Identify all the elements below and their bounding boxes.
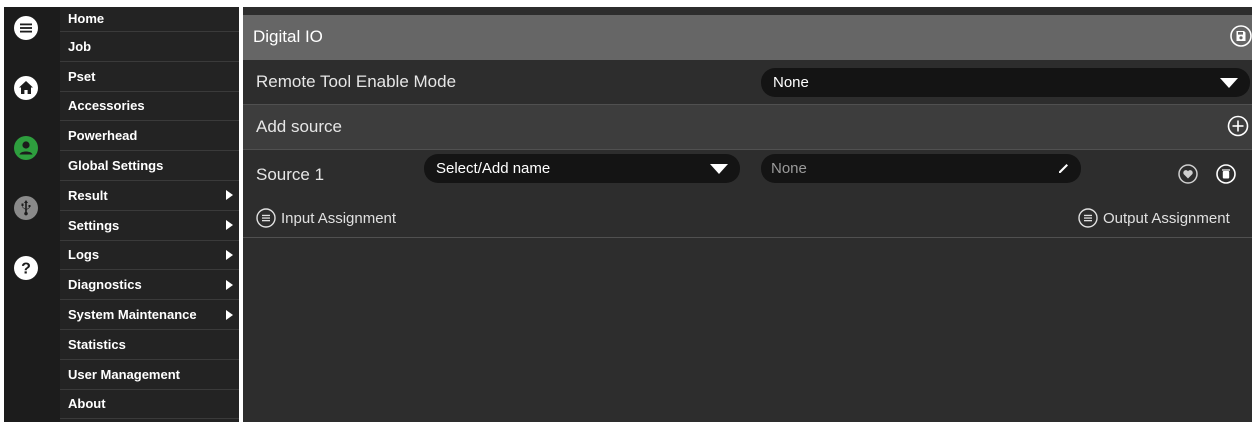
assignment-row: Input Assignment Output Assignment [243, 197, 1252, 238]
usb-icon[interactable] [13, 195, 39, 221]
delete-icon[interactable] [1216, 164, 1236, 184]
page-title: Digital IO [253, 27, 323, 46]
menu-item-label: Global Settings [68, 158, 164, 174]
window-top-edge [0, 0, 1252, 7]
hamburger-menu-icon[interactable] [13, 15, 39, 41]
menu-item-label: Pset [68, 68, 96, 84]
input-assignment-button[interactable]: Input Assignment [256, 208, 396, 228]
chevron-down-icon [710, 163, 728, 174]
menu-item-statistics[interactable]: Statistics [60, 330, 239, 360]
digital-io-panel: Digital IO Remote Tool Enable Mode None … [243, 7, 1252, 422]
menu-item-accessories[interactable]: Accessories [60, 92, 239, 122]
remote-tool-select[interactable]: None [761, 68, 1250, 97]
source-label: Source 1 [256, 165, 325, 184]
menu-item-label: Logs [68, 247, 100, 263]
remote-tool-label: Remote Tool Enable Mode [256, 72, 457, 91]
menu-item-user-management[interactable]: User Management [60, 360, 239, 390]
add-source-label: Add source [256, 117, 342, 136]
menu-item-label: Statistics [68, 336, 126, 352]
menu-item-label: Diagnostics [68, 277, 142, 293]
menu-item-logs[interactable]: Logs [60, 241, 239, 271]
menu-item-label: Result [68, 187, 108, 203]
submenu-arrow-icon [226, 279, 233, 290]
submenu-arrow-icon [226, 309, 233, 320]
submenu-arrow-icon [226, 190, 233, 201]
menu-item-global-settings[interactable]: Global Settings [60, 151, 239, 181]
source-name-select[interactable]: Select/Add name [424, 154, 740, 183]
home-icon[interactable] [13, 75, 39, 101]
menu-item-powerhead[interactable]: Powerhead [60, 121, 239, 152]
menu-item-home[interactable]: Home [60, 7, 239, 32]
menu-item-pset[interactable]: Pset [60, 62, 239, 92]
menu-item-about[interactable]: About [60, 390, 239, 420]
source-row: Source 1 Select/Add name None [243, 150, 1252, 197]
help-icon[interactable]: ? [13, 255, 39, 281]
input-assignment-label: Input Assignment [281, 209, 397, 227]
plus-circle-icon[interactable] [1227, 115, 1249, 137]
submenu-arrow-icon [226, 249, 233, 260]
chevron-down-icon [1220, 77, 1238, 88]
navigation-menu: Home Job Pset Accessories Powerhead Glob… [60, 7, 239, 422]
source-name-value: Select/Add name [436, 160, 551, 177]
icon-rail: ? [4, 7, 60, 422]
output-assignment-label: Output Assignment [1103, 209, 1230, 227]
menu-item-diagnostics[interactable]: Diagnostics [60, 270, 239, 301]
menu-item-result[interactable]: Result [60, 181, 239, 211]
save-icon[interactable] [1230, 25, 1252, 47]
submenu-arrow-icon [226, 220, 233, 231]
source-value-placeholder: None [771, 160, 807, 177]
user-icon[interactable] [13, 135, 39, 161]
panel-header: Digital IO [243, 15, 1252, 60]
source-value-input[interactable]: None [761, 154, 1081, 183]
output-assignment-button[interactable]: Output Assignment [1078, 208, 1230, 228]
remote-tool-value: None [773, 74, 809, 91]
menu-item-label: Settings [68, 217, 120, 233]
menu-item-label: Home [68, 11, 105, 26]
edit-icon[interactable] [1057, 161, 1071, 175]
menu-item-system-maintenance[interactable]: System Maintenance [60, 300, 239, 330]
menu-item-label: System Maintenance [68, 307, 197, 323]
menu-item-job[interactable]: Job [60, 32, 239, 62]
remote-tool-row: Remote Tool Enable Mode None [243, 60, 1252, 105]
add-source-row: Add source [243, 105, 1252, 150]
list-icon [1078, 208, 1098, 228]
menu-item-label: Job [68, 38, 92, 54]
svg-text:?: ? [21, 261, 31, 278]
menu-item-settings[interactable]: Settings [60, 211, 239, 241]
menu-item-label: Accessories [68, 98, 145, 114]
menu-item-label: Powerhead [68, 128, 138, 144]
list-icon [256, 208, 276, 228]
heart-icon[interactable] [1178, 164, 1198, 184]
menu-item-label: User Management [68, 366, 180, 382]
menu-item-label: About [68, 396, 106, 412]
